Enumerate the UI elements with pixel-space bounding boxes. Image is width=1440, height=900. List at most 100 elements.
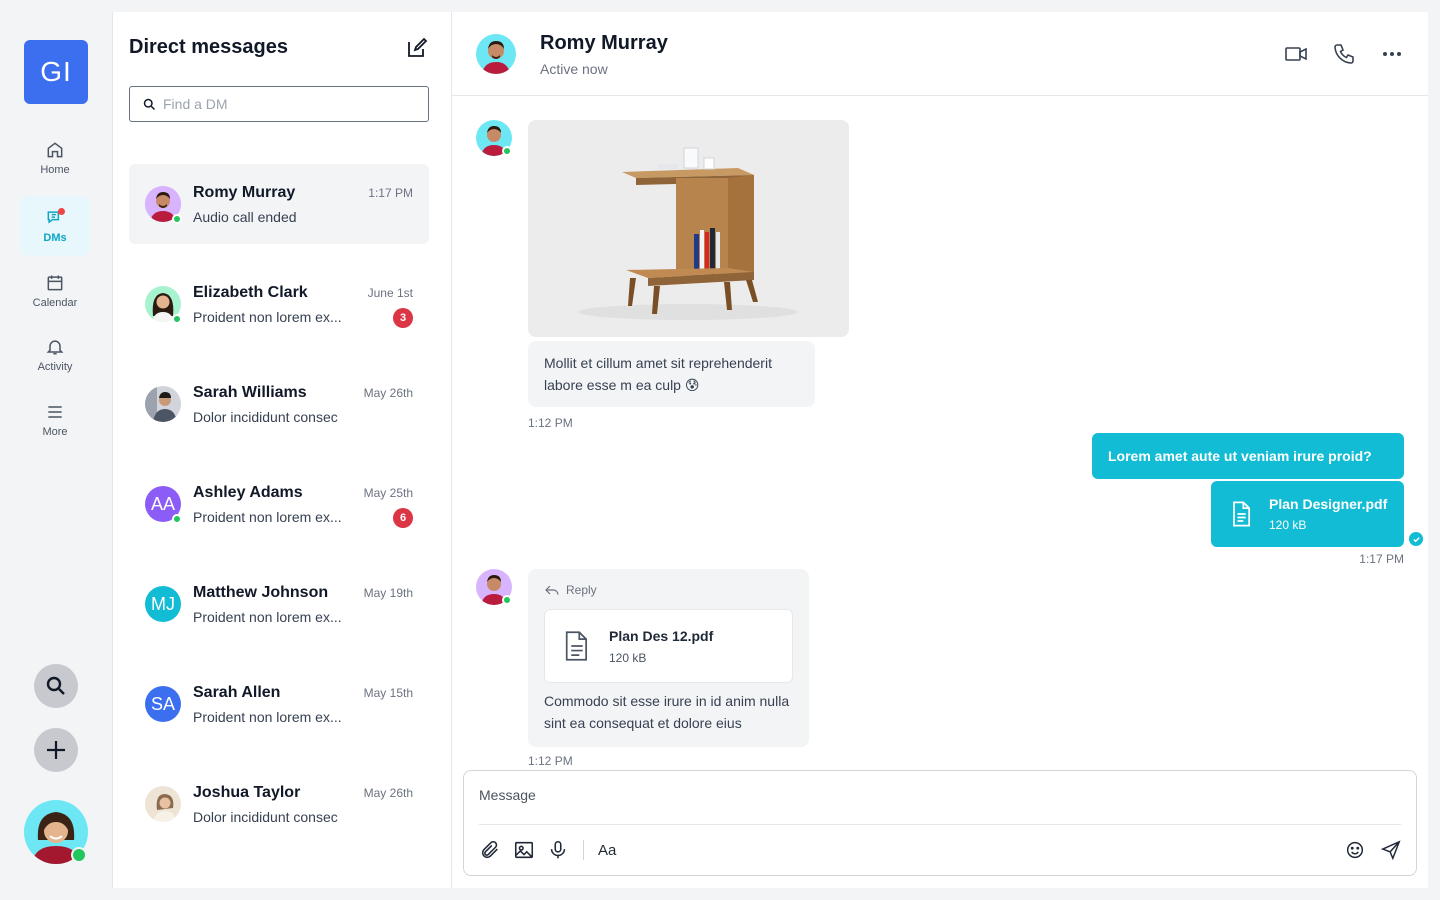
reply-label: Reply [566,583,597,597]
incoming-message[interactable]: Mollit et cillum amet sit reprehenderit … [528,341,815,407]
message-image[interactable] [528,120,849,337]
unread-badge: 3 [393,308,413,328]
send-icon[interactable] [1380,839,1402,861]
dm-name: Romy Murray [193,184,296,201]
more-options-icon[interactable] [1380,42,1404,66]
microphone-icon[interactable] [547,839,569,861]
dm-preview: Proident non lorem ex... [193,609,342,625]
home-icon [47,142,63,158]
search-icon [143,98,156,110]
file-name: Plan Des 12.pdf [609,628,714,644]
dm-preview: Proident non lorem ex... [193,709,342,725]
message-composer: Aa [463,770,1417,876]
file-size: 120 kB [1269,518,1307,532]
attachment-icon[interactable] [479,839,501,861]
nav-calendar[interactable]: Calendar [20,261,90,321]
dm-preview: Audio call ended [193,209,297,225]
dm-item-sarah-williams[interactable]: Sarah Williams May 26th Dolor incididunt… [129,364,429,444]
nav-home-label: Home [40,164,70,176]
menu-icon [48,406,62,418]
nav-home[interactable]: Home [20,128,90,188]
dm-item-matthew-johnson[interactable]: MJ Matthew Johnson May 19th Proident non… [129,564,429,644]
image-icon[interactable] [513,839,535,861]
nav-activity[interactable]: Activity [20,325,90,385]
phone-icon[interactable] [1332,42,1356,66]
online-status-dot [172,514,182,524]
dm-list: Romy Murray 1:17 PM Audio call ended Eli… [129,164,429,864]
global-search-button[interactable] [34,664,78,708]
compose-icon[interactable] [405,36,429,60]
unread-badge: 6 [393,508,413,528]
dm-time: May 15th [363,686,413,700]
dm-name: Sarah Williams [193,384,307,401]
message-time: 1:12 PM [528,416,573,430]
dm-time: May 26th [363,786,413,800]
avatar [145,386,181,422]
left-rail: GI Home DMs Calendar Activity More [0,0,112,900]
emoji-icon[interactable] [1344,839,1366,861]
file-icon [565,631,587,661]
dm-panel-title: Direct messages [129,36,288,58]
dm-preview: Dolor incididunt consec [193,809,338,825]
nav-activity-label: Activity [37,361,73,373]
dm-name: Ashley Adams [193,484,303,501]
dm-time: May 25th [363,486,413,500]
online-status-dot [172,314,182,324]
search-icon [46,676,65,695]
message-input[interactable] [479,787,1399,803]
read-receipt-icon [1409,532,1423,546]
dm-name: Sarah Allen [193,684,281,701]
dm-item-joshua-taylor[interactable]: Joshua Taylor May 26th Dolor incididunt … [129,764,429,844]
bell-icon [46,340,64,355]
dm-item-romy-murray[interactable]: Romy Murray 1:17 PM Audio call ended [129,164,429,244]
reply-icon [545,585,559,595]
unread-dot [58,208,65,215]
message-time: 1:17 PM [1359,552,1404,566]
composer-toolbar: Aa [479,839,616,861]
online-status-dot [71,847,87,863]
dm-item-sarah-allen[interactable]: SA Sarah Allen May 15th Proident non lor… [129,664,429,744]
dm-preview: Proident non lorem ex... [193,309,342,325]
workspace-logo[interactable]: GI [24,40,88,104]
avatar-initials: SA [145,686,181,722]
create-button[interactable] [34,728,78,772]
message-text: Commodo sit esse irure in id anim nulla … [544,693,790,731]
calendar-icon [47,275,63,291]
contact-status: Active now [540,61,608,77]
nav-more-label: More [42,426,68,438]
dm-time: May 26th [363,386,413,400]
dm-name: Matthew Johnson [193,584,329,601]
online-status-dot [502,595,512,605]
dm-item-elizabeth-clark[interactable]: Elizabeth Clark June 1st Proident non lo… [129,264,429,344]
text-format-button[interactable]: Aa [598,842,616,859]
outgoing-message[interactable]: Lorem amet aute ut veniam irure proid? [1092,433,1404,479]
online-status-dot [172,214,182,224]
reply-message[interactable]: Reply Plan Des 12.pdf 120 kB Commodo sit… [528,569,809,747]
video-call-icon[interactable] [1284,42,1308,66]
contact-name: Romy Murray [540,32,668,54]
dm-search-box[interactable] [129,86,429,122]
dm-panel: Direct messages Romy Murray 1:17 PM Audi… [112,12,452,888]
file-attachment[interactable]: Plan Des 12.pdf 120 kB [544,609,793,683]
dm-time: May 19th [363,586,413,600]
composer-divider [479,824,1401,825]
chat-actions [1284,42,1404,66]
nav-dms[interactable]: DMs [20,196,90,256]
nav-more[interactable]: More [20,390,90,450]
avatar-initials: MJ [145,586,181,622]
reply-indicator: Reply [544,582,597,598]
avatar [145,786,181,822]
plus-icon [47,741,65,759]
file-name: Plan Designer.pdf [1269,496,1388,512]
dm-time: 1:17 PM [368,186,413,200]
dm-name: Elizabeth Clark [193,284,308,301]
file-icon [1233,501,1251,527]
dm-preview: Dolor incididunt consec [193,409,338,425]
nav-dms-label: DMs [43,232,67,244]
dm-search-input[interactable] [163,96,403,112]
outgoing-file-attachment[interactable]: Plan Designer.pdf 120 kB [1211,481,1404,547]
composer-send-area [1344,839,1402,861]
message-time: 1:12 PM [528,754,573,768]
dm-item-ashley-adams[interactable]: AA Ashley Adams May 25th Proident non lo… [129,464,429,544]
contact-avatar[interactable] [476,34,516,74]
